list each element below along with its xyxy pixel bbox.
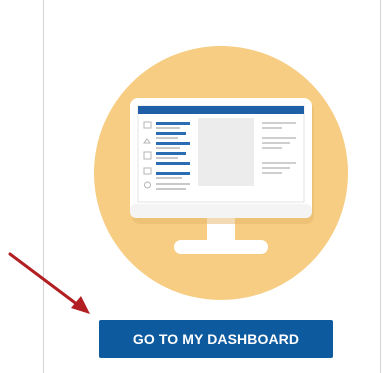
screen-header-bar [138, 106, 304, 114]
monitor-stand-base [174, 240, 268, 254]
monitor-dashboard-icon [94, 46, 348, 300]
arrow-pointer-icon [8, 252, 90, 314]
go-to-dashboard-button[interactable]: GO TO MY DASHBOARD [99, 320, 333, 358]
